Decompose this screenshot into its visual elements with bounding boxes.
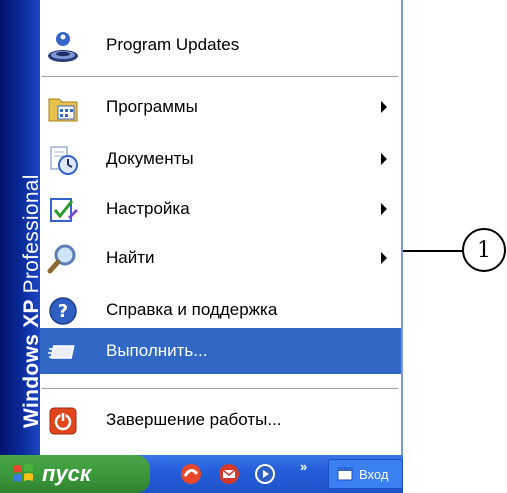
menu-item-label: Найти xyxy=(106,248,155,267)
start-button[interactable]: пуск xyxy=(0,455,150,493)
start-label: пуск xyxy=(42,461,92,486)
menu-separator xyxy=(42,388,398,390)
menu-item-shutdown[interactable]: Завершение работы... xyxy=(40,397,401,443)
media-player-icon[interactable] xyxy=(254,463,276,485)
menu-item-label: Документы xyxy=(106,149,194,168)
menu-item-label: Выполнить... xyxy=(106,341,208,360)
program-updates-icon xyxy=(48,32,78,62)
menu-separator xyxy=(42,76,398,78)
task-button-label: Вход xyxy=(359,467,389,482)
windows-logo-icon xyxy=(13,464,33,482)
menu-item-run[interactable]: Выполнить... xyxy=(40,328,401,374)
stage: Windows XP Professional Program Updates xyxy=(0,0,507,493)
search-icon xyxy=(47,244,76,274)
menu-item-label: Program Updates xyxy=(106,35,240,54)
help-icon: ? xyxy=(49,297,77,325)
menu-item-label: Справка и поддержка xyxy=(106,300,278,319)
menu-item-label: Настройка xyxy=(106,199,190,218)
submenu-arrow-icon xyxy=(381,153,387,165)
submenu-arrow-icon xyxy=(381,101,387,113)
menu-item-documents[interactable]: Документы xyxy=(40,136,401,182)
window-icon xyxy=(337,467,353,481)
settings-icon xyxy=(50,198,78,222)
email-icon[interactable] xyxy=(218,463,240,485)
start-menu-list: Program Updates Программы Документы Наст… xyxy=(40,0,401,455)
menu-item-label: Завершение работы... xyxy=(106,410,282,429)
menu-item-program-updates[interactable]: Program Updates xyxy=(40,22,401,68)
task-button[interactable]: Вход xyxy=(328,459,403,489)
start-menu-side-band: Windows XP Professional xyxy=(0,0,43,455)
svg-text:?: ? xyxy=(58,301,68,322)
callout-line xyxy=(403,250,465,252)
submenu-arrow-icon xyxy=(381,252,387,264)
browser-icon[interactable] xyxy=(180,463,202,485)
shutdown-icon xyxy=(49,407,77,435)
menu-item-search[interactable]: Найти xyxy=(40,235,401,281)
programs-folder-icon xyxy=(48,98,78,122)
callout-number: 1 xyxy=(462,228,506,272)
documents-icon xyxy=(50,146,78,175)
taskbar: пуск » Вход xyxy=(0,455,403,493)
menu-item-help[interactable]: ? Справка и поддержка xyxy=(40,287,401,333)
run-icon xyxy=(48,345,75,359)
submenu-arrow-icon xyxy=(381,203,387,215)
menu-item-programs[interactable]: Программы xyxy=(40,84,401,130)
menu-item-settings[interactable]: Настройка xyxy=(40,186,401,232)
quick-launch-chevron[interactable]: » xyxy=(300,459,307,474)
menu-item-label: Программы xyxy=(106,97,198,116)
start-menu: Windows XP Professional Program Updates xyxy=(0,0,403,455)
